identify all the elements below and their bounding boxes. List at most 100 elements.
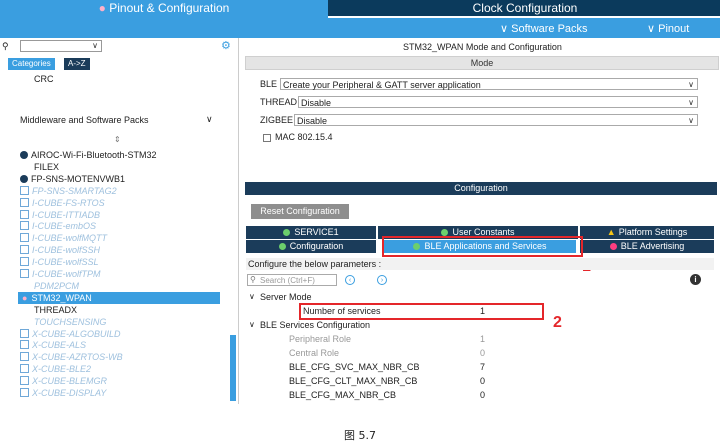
list-item[interactable]: X-CUBE-BLEMGR: [20, 375, 107, 387]
category-search-combo[interactable]: ∨: [20, 40, 102, 52]
sort-icon[interactable]: ⇕: [114, 135, 121, 144]
ble-label: BLE: [260, 79, 278, 89]
search-next-icon[interactable]: ›: [377, 275, 387, 285]
software-packs-label: Software Packs: [511, 23, 588, 35]
list-item-label: STM32_WPAN: [31, 293, 92, 303]
download-icon: [20, 221, 29, 230]
list-item[interactable]: AIROC-Wi-Fi-Bluetooth-STM32: [20, 149, 157, 161]
param-value[interactable]: 7: [480, 362, 485, 372]
param-value[interactable]: 0: [480, 376, 485, 386]
list-item[interactable]: FILEX: [34, 161, 59, 173]
list-item[interactable]: X-CUBE-BLE2: [20, 363, 91, 375]
thread-select-value: Disable: [301, 98, 332, 108]
chevron-down-icon: ∨: [500, 23, 509, 35]
list-item-crc[interactable]: CRC: [34, 73, 54, 85]
tab-categories[interactable]: Categories: [8, 58, 55, 70]
chevron-down-icon[interactable]: ∨: [249, 320, 255, 329]
list-item[interactable]: TOUCHSENSING: [34, 316, 106, 328]
tab-clock-configuration[interactable]: Clock Configuration: [330, 0, 720, 16]
ble-select-value: Create your Peripheral & GATT server app…: [283, 80, 481, 90]
mac-checkbox[interactable]: [263, 134, 271, 142]
list-item[interactable]: I-CUBE-wolfSSL: [20, 256, 99, 268]
list-item[interactable]: I-CUBE-wolfSSH: [20, 244, 100, 256]
download-icon: [20, 245, 29, 254]
list-item-label: I-CUBE-wolfSSH: [32, 245, 101, 255]
download-icon: [20, 364, 29, 373]
download-icon: [20, 340, 29, 349]
ble-select[interactable]: Create your Peripheral & GATT server app…: [280, 78, 698, 90]
list-item-label: FILEX: [34, 162, 60, 172]
software-packs-menu[interactable]: ∨ Software Packs: [500, 20, 588, 38]
zigbee-select-value: Disable: [297, 116, 328, 126]
info-icon[interactable]: i: [690, 274, 701, 285]
reset-configuration-button[interactable]: Reset Configuration: [251, 204, 349, 219]
list-item-label: FP-SNS-MOTENVWB1: [31, 174, 126, 184]
server-mode-group[interactable]: Server Mode: [260, 292, 312, 302]
list-item-label: X-CUBE-AZRTOS-WB: [32, 352, 123, 362]
list-item-label: I-CUBE-wolfSSL: [32, 257, 99, 267]
list-item-label: FP-SNS-SMARTAG2: [32, 186, 117, 196]
search-prev-icon[interactable]: ‹: [345, 275, 355, 285]
param-name: BLE_CFG_MAX_NBR_CB: [289, 390, 397, 400]
configuration-header: Configuration: [245, 182, 717, 195]
param-value[interactable]: 1: [480, 334, 485, 344]
chevron-down-icon: ∨: [688, 116, 694, 125]
zigbee-select[interactable]: Disable ∨: [294, 114, 698, 126]
list-item[interactable]: I-CUBE-FS-RTOS: [20, 197, 105, 209]
list-item[interactable]: X-CUBE-ALS: [20, 339, 86, 351]
check-icon: [283, 229, 291, 236]
list-item-label: X-CUBE-ALS: [32, 340, 87, 350]
list-item[interactable]: X-CUBE-DISPLAY: [20, 387, 106, 399]
tab-clock-label: Clock Configuration: [472, 1, 578, 15]
page-title: STM32_WPAN Mode and Configuration: [403, 42, 562, 52]
list-item[interactable]: PDM2PCM: [34, 280, 79, 292]
bullet-icon: [609, 243, 617, 250]
chevron-down-icon[interactable]: ∨: [206, 114, 213, 125]
tab-a-z[interactable]: A->Z: [64, 58, 90, 70]
list-item-label: I-CUBE-embOS: [32, 221, 97, 231]
gear-icon: [20, 151, 28, 159]
list-item-label: AIROC-Wi-Fi-Bluetooth-STM32: [31, 150, 157, 160]
list-item-label: X-CUBE-BLEMGR: [32, 376, 108, 386]
list-item[interactable]: ● STM32_WPAN: [18, 292, 220, 304]
thread-select[interactable]: Disable ∨: [298, 96, 698, 108]
bullet-icon: ●: [98, 1, 106, 15]
list-item[interactable]: FP-SNS-SMARTAG2: [20, 185, 117, 197]
selected-icon: ●: [22, 293, 28, 303]
search-icon: ⚲: [2, 41, 9, 51]
pinout-menu[interactable]: ∨ Pinout: [647, 20, 689, 38]
tab-service1[interactable]: SERVICE1: [246, 226, 376, 239]
list-item[interactable]: X-CUBE-AZRTOS-WB: [20, 351, 123, 363]
section-middleware[interactable]: Middleware and Software Packs: [20, 115, 149, 125]
param-name: Central Role: [289, 348, 340, 358]
chevron-down-icon[interactable]: ∨: [249, 292, 255, 301]
param-value[interactable]: 0: [480, 348, 485, 358]
list-item-label: PDM2PCM: [34, 281, 80, 291]
param-name: Peripheral Role: [289, 334, 352, 344]
tab-ble-advertising[interactable]: BLE Advertising: [580, 240, 714, 253]
warning-icon: ▲: [606, 227, 616, 237]
ble-services-config-group[interactable]: BLE Services Configuration: [260, 320, 370, 330]
list-item[interactable]: I-CUBE-embOS: [20, 220, 96, 232]
list-item[interactable]: FP-SNS-MOTENVWB1: [20, 173, 125, 185]
list-item[interactable]: THREADX: [34, 304, 77, 316]
gear-icon[interactable]: ⚙: [221, 40, 233, 52]
tab-platform-settings[interactable]: ▲ Platform Settings: [580, 226, 714, 239]
list-item-label: I-CUBE-wolfTPM: [32, 269, 101, 279]
thread-label: THREAD: [260, 97, 298, 107]
list-item[interactable]: I-CUBE-wolfMQTT: [20, 232, 107, 244]
list-item-label: X-CUBE-DISPLAY: [32, 388, 107, 398]
download-icon: [20, 257, 29, 266]
tab-pinout-configuration[interactable]: ● Pinout & Configuration: [0, 0, 328, 18]
download-icon: [20, 329, 29, 338]
param-search-input[interactable]: Search (Ctrl+F): [247, 274, 337, 286]
left-scrollbar[interactable]: [230, 335, 236, 401]
chevron-down-icon: ∨: [647, 23, 656, 35]
download-icon: [20, 352, 29, 361]
chevron-down-icon: ∨: [92, 41, 98, 50]
tab-configuration[interactable]: Configuration: [246, 240, 376, 253]
param-value[interactable]: 0: [480, 390, 485, 400]
download-icon: [20, 376, 29, 385]
chevron-down-icon: ∨: [688, 98, 694, 107]
list-item[interactable]: I-CUBE-wolfTPM: [20, 268, 101, 280]
